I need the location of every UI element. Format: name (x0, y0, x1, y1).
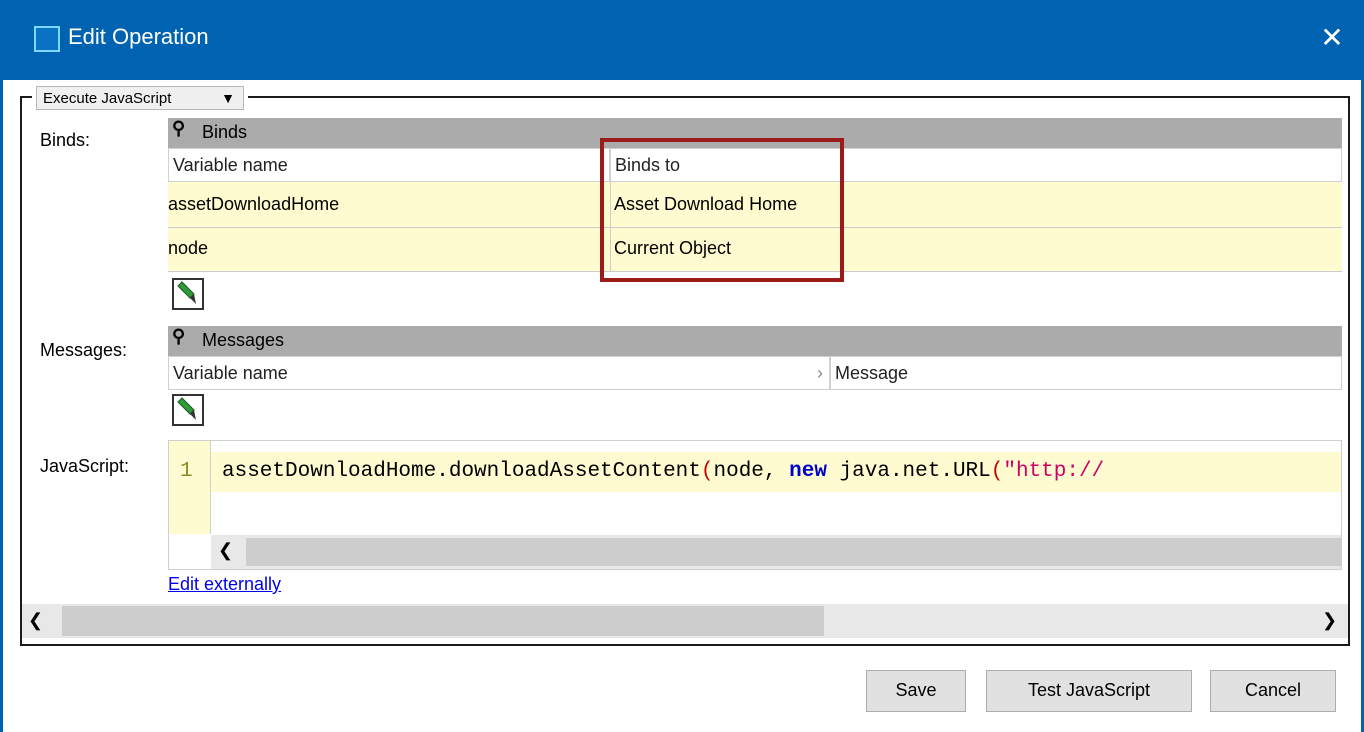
app-icon (34, 26, 60, 52)
line-gutter (169, 441, 211, 534)
pin-icon[interactable]: ⚲ (172, 118, 185, 139)
code-paren: ( (990, 460, 1004, 483)
scroll-left-icon[interactable]: ❮ (218, 540, 233, 561)
code-text: assetDownloadHome.downloadAssetContent (222, 460, 701, 483)
window-border-left (0, 80, 3, 732)
bind-variable-cell: node (168, 238, 209, 258)
test-javascript-button[interactable]: Test JavaScript (986, 670, 1192, 712)
operation-type-dropdown[interactable]: Execute JavaScript ▼ (36, 86, 244, 110)
code-line[interactable]: assetDownloadHome.downloadAssetContent(n… (222, 460, 1104, 483)
code-text: node, (713, 460, 790, 483)
code-paren: ( (700, 460, 714, 483)
binds-col-variable[interactable]: Variable name › (168, 148, 610, 182)
messages-col-message[interactable]: Message (830, 356, 1342, 390)
messages-col-variable-label: Variable name (173, 363, 288, 383)
pencil-icon (175, 397, 201, 423)
groupbox-scroll-thumb[interactable] (62, 606, 824, 636)
messages-table-header (168, 326, 1342, 356)
binds-label: Binds: (40, 130, 91, 150)
save-button[interactable]: Save (866, 670, 966, 712)
messages-table-title: Messages (202, 330, 285, 350)
window-title: Edit Operation (68, 24, 209, 49)
edit-externally-link[interactable]: Edit externally (168, 574, 281, 595)
dropdown-arrow-icon: ▼ (221, 90, 235, 106)
column-resize-icon: › (817, 363, 823, 383)
binds-table-title: Binds (202, 122, 248, 142)
highlight-box (600, 138, 844, 282)
code-string: "http:// (1003, 460, 1105, 483)
pin-icon[interactable]: ⚲ (172, 326, 185, 347)
operation-type-value: Execute JavaScript (43, 90, 172, 107)
cancel-button[interactable]: Cancel (1210, 670, 1336, 712)
messages-label: Messages: (40, 340, 128, 360)
line-number: 1 (180, 460, 193, 483)
scroll-left-icon[interactable]: ❮ (28, 610, 43, 631)
pencil-icon (175, 281, 201, 307)
scroll-right-icon[interactable]: ❯ (1322, 610, 1337, 631)
javascript-label: JavaScript: (40, 456, 130, 476)
binds-col-variable-label: Variable name (173, 155, 288, 175)
messages-col-variable[interactable]: Variable name › (168, 356, 830, 390)
code-text: java.net.URL (826, 460, 991, 483)
edit-binds-button[interactable] (172, 278, 204, 310)
editor-scroll-thumb[interactable] (246, 538, 1341, 566)
messages-col-message-label: Message (835, 363, 909, 383)
edit-messages-button[interactable] (172, 394, 204, 426)
code-keyword: new (789, 460, 827, 483)
bind-variable-cell: assetDownloadHome (168, 194, 340, 214)
close-button[interactable]: ✕ (1312, 18, 1352, 58)
